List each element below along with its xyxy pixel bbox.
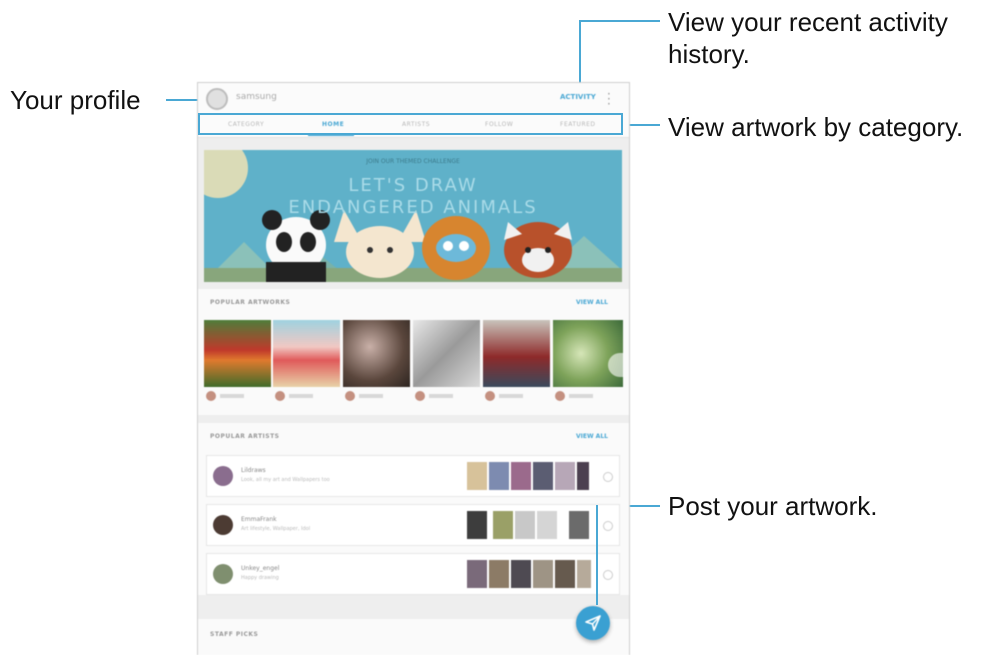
post-artwork-button[interactable]: [576, 606, 610, 640]
artist-description: Art lifestyle, Wallpaper, Idol: [241, 526, 311, 532]
banner-headline-line2: ENDANGERED ANIMALS: [288, 197, 538, 218]
banner-headline: LET'S DRAW ENDANGERED ANIMALS: [204, 175, 622, 219]
profile-avatar[interactable]: [206, 88, 228, 110]
artist-work-thumb: [533, 462, 553, 490]
callout-category: View artwork by category.: [668, 112, 964, 142]
artwork-meta: [553, 391, 620, 403]
popular-artists-title: POPULAR ARTISTS: [210, 433, 280, 440]
callout-activity-line1: View your recent activity: [668, 7, 948, 37]
artist-work-thumb: [493, 511, 513, 539]
artist-name: Lildraws: [241, 467, 266, 474]
artist-name: EmmaFrank: [241, 516, 277, 523]
callout-activity: View your recent activity history.: [668, 6, 948, 70]
artist-work-thumb: [511, 560, 531, 588]
artist-description: Happy drawing: [241, 575, 279, 581]
artwork-thumbnail[interactable]: [273, 320, 340, 387]
popular-artworks-view-all[interactable]: VIEW ALL: [576, 299, 608, 306]
artwork-thumbnail[interactable]: [413, 320, 480, 387]
artist-avatar[interactable]: [415, 391, 425, 401]
artwork-thumbnail[interactable]: [204, 320, 271, 387]
more-vertical-icon[interactable]: · · ·: [607, 88, 611, 110]
staff-picks-title: STAFF PICKS: [210, 631, 259, 638]
artwork-meta: [343, 391, 410, 403]
artist-work-thumb: [537, 511, 557, 539]
link-icon[interactable]: [603, 521, 613, 531]
callout-activity-line2: history.: [668, 39, 750, 69]
artist-work-thumb: [515, 511, 535, 539]
artist-work-thumb: [533, 560, 553, 588]
artist-avatar: [213, 564, 233, 584]
artist-work-thumb: [467, 462, 487, 490]
popular-artworks-title: POPULAR ARTWORKS: [210, 299, 291, 306]
banner-headline-line1: LET'S DRAW: [348, 175, 478, 196]
artist-avatar: [213, 515, 233, 535]
artist-work-thumb: [467, 511, 487, 539]
artist-work-thumb: [577, 462, 589, 490]
top-bar: samsung ACTIVITY · · ·: [198, 83, 629, 115]
artist-row[interactable]: Lildraws Look, all my art and Wallpapers…: [206, 455, 620, 497]
artist-name-placeholder: [359, 394, 383, 398]
artist-avatar[interactable]: [206, 391, 216, 401]
link-icon[interactable]: [603, 472, 613, 482]
artist-work-thumb: [555, 462, 575, 490]
artwork-meta: [273, 391, 340, 403]
artist-work-thumb: [511, 462, 531, 490]
profile-username[interactable]: samsung: [236, 92, 277, 102]
artist-avatar: [213, 466, 233, 486]
artist-work-thumb: [467, 560, 487, 588]
artist-avatar[interactable]: [555, 391, 565, 401]
artwork-thumbnail[interactable]: [343, 320, 410, 387]
artist-work-thumb: [555, 560, 575, 588]
artist-name-placeholder: [289, 394, 313, 398]
artist-row[interactable]: Unkey_engel Happy drawing: [206, 553, 620, 595]
activity-button[interactable]: ACTIVITY: [560, 93, 596, 101]
callout-line-activity-h: [579, 20, 660, 22]
artwork-meta: [483, 391, 550, 403]
artist-name-placeholder: [499, 394, 523, 398]
artwork-meta: [204, 391, 271, 403]
artist-description: Look, all my art and Wallpapers too: [241, 477, 330, 483]
artist-work-thumb: [569, 511, 589, 539]
artist-avatar[interactable]: [275, 391, 285, 401]
challenge-banner[interactable]: JOIN OUR THEMED CHALLENGE LET'S DRAW END…: [204, 150, 622, 282]
send-icon: [585, 615, 601, 631]
banner-title: JOIN OUR THEMED CHALLENGE: [366, 158, 460, 165]
popular-artists-view-all[interactable]: VIEW ALL: [576, 433, 608, 440]
artist-work-thumb: [489, 560, 509, 588]
staff-picks-section: STAFF PICKS: [198, 619, 629, 655]
app-screen: samsung ACTIVITY · · · CATEGORY HOME ARTIS…: [197, 82, 630, 655]
artist-avatar[interactable]: [345, 391, 355, 401]
artist-avatar[interactable]: [485, 391, 495, 401]
artist-name-placeholder: [429, 394, 453, 398]
callout-line-post-v: [596, 505, 598, 605]
callout-your-profile: Your profile: [10, 85, 141, 115]
artist-row[interactable]: EmmaFrank Art lifestyle, Wallpaper, Idol: [206, 504, 620, 546]
artist-name-placeholder: [569, 394, 593, 398]
artist-work-thumb: [489, 462, 509, 490]
callout-line-category: [625, 124, 660, 126]
artist-name: Unkey_engel: [241, 565, 280, 572]
artwork-meta: [413, 391, 480, 403]
category-highlight-box: [198, 113, 623, 135]
callout-post: Post your artwork.: [668, 491, 878, 521]
artist-work-thumb: [577, 560, 591, 588]
artwork-thumbnail[interactable]: [553, 320, 623, 387]
artwork-thumbnail[interactable]: [483, 320, 550, 387]
link-icon[interactable]: [603, 570, 613, 580]
artist-name-placeholder: [220, 394, 244, 398]
